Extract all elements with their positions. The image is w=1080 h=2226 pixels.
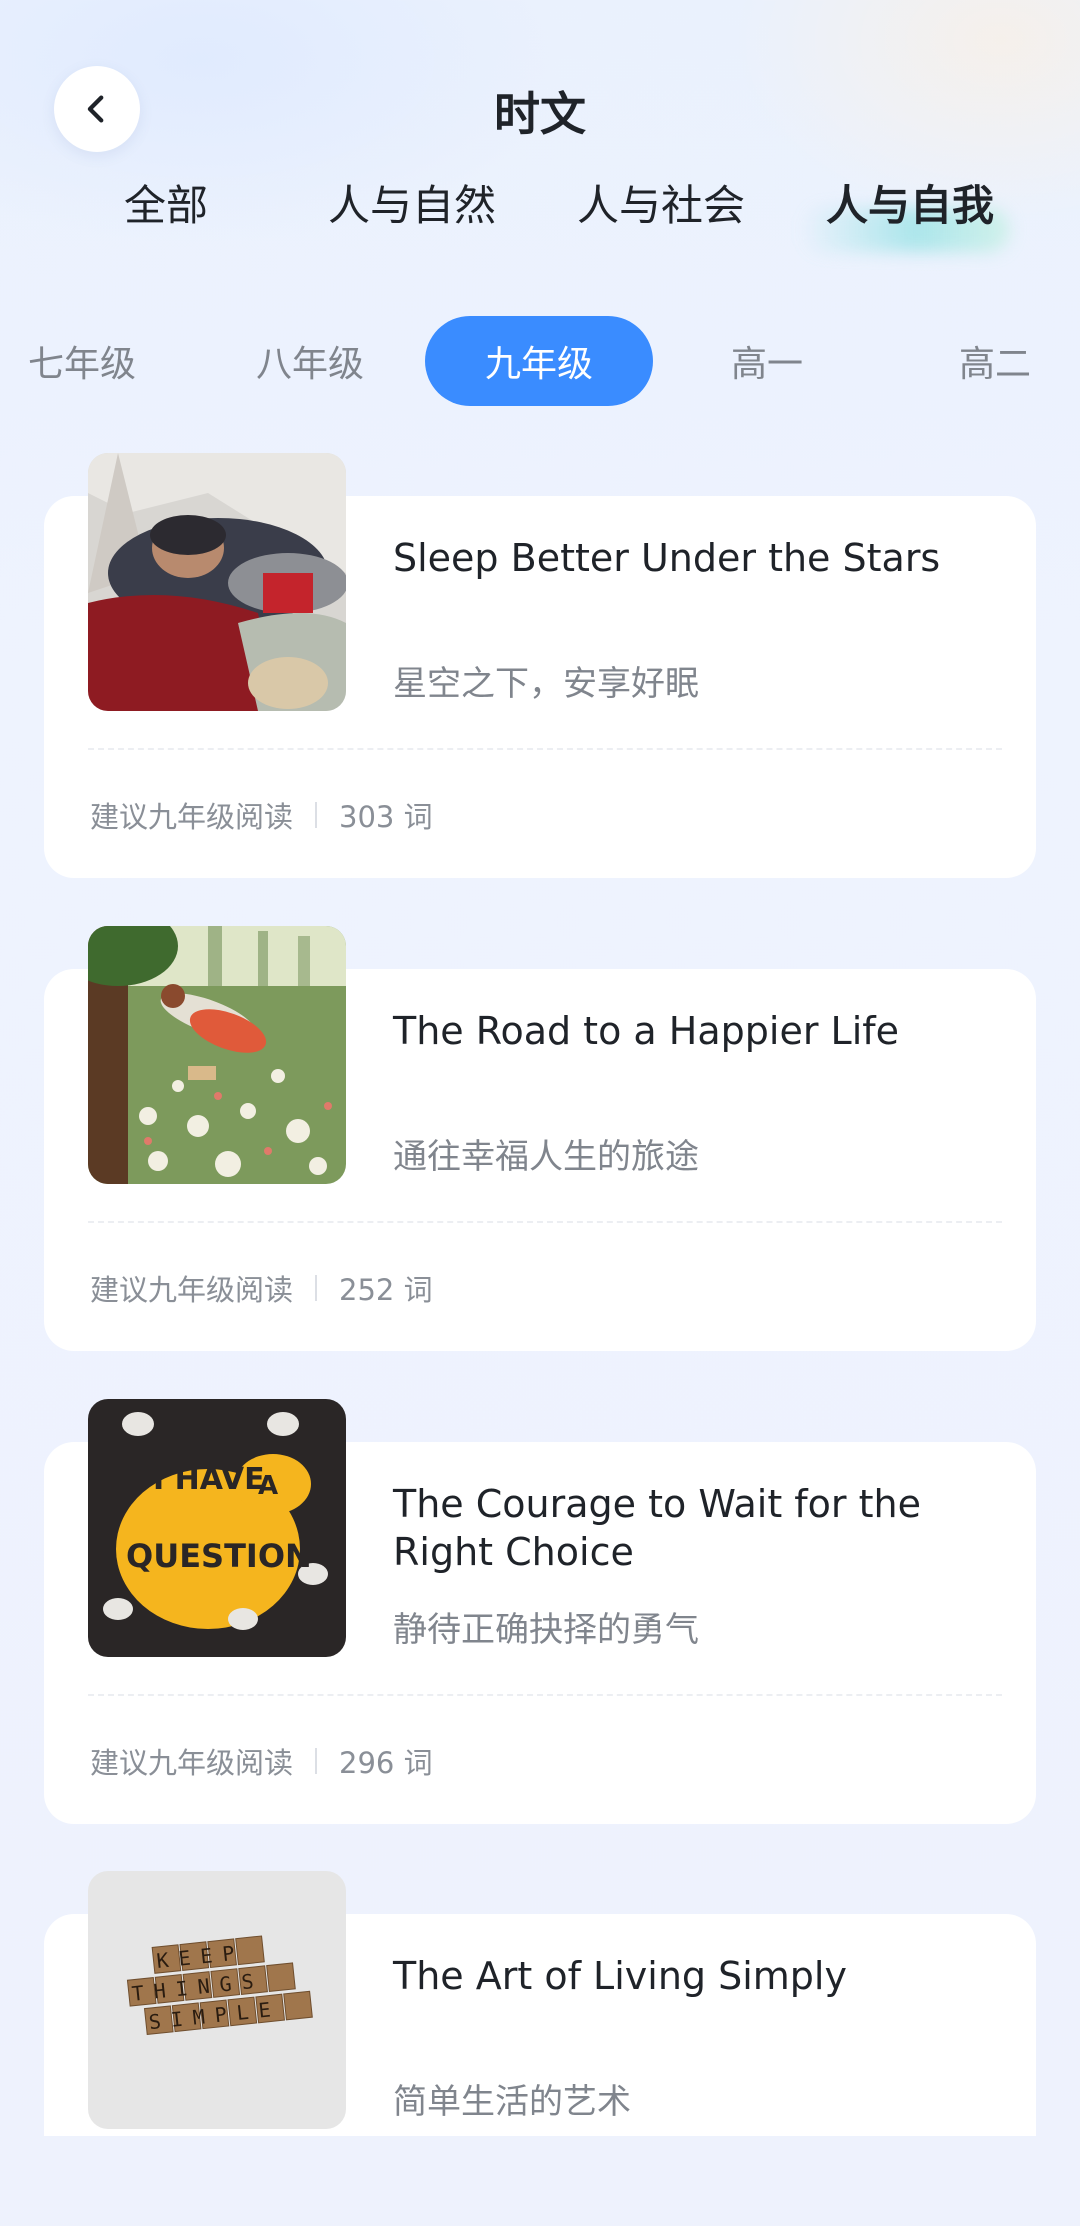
word-count: 303 词: [339, 800, 433, 834]
article-title: Sleep Better Under the Stars: [393, 536, 941, 580]
article-meta: 建议九年级阅读 303 词: [90, 794, 433, 836]
meta-separator: [315, 802, 318, 828]
word-count: 296 词: [339, 1746, 433, 1780]
thumb-text-i-have: I HAVE: [153, 1462, 265, 1497]
page-title: 时文: [494, 87, 586, 141]
topic-tabs: 全部 人与自然 人与社会 人与自我: [0, 172, 1080, 242]
article-subtitle: 星空之下，安享好眠: [393, 664, 699, 704]
grade-tab-8[interactable]: 八年级: [196, 316, 424, 406]
grade-note: 建议九年级阅读: [90, 1273, 294, 1307]
grade-tab-7[interactable]: 七年级: [0, 316, 196, 406]
grade-tab-senior-2[interactable]: 高二: [881, 316, 1080, 406]
article-subtitle: 简单生活的艺术: [393, 2082, 631, 2122]
thumb-text-a: A: [258, 1471, 278, 1501]
card-divider: [88, 748, 1002, 750]
i-have-a-question-image[interactable]: I HAVE A QUESTION: [88, 1399, 346, 1657]
tab-self[interactable]: 人与自我: [826, 172, 994, 233]
word-count: 252 词: [339, 1273, 433, 1307]
girl-in-meadow-image[interactable]: [88, 926, 346, 1184]
article-title: The Courage to Wait for the Right Choice: [393, 1482, 921, 1574]
thumb-text-question: QUESTION: [126, 1537, 312, 1575]
meta-separator: [315, 1748, 318, 1774]
grade-tabs: 七年级 八年级 九年级 高一 高二: [0, 316, 1080, 406]
grade-note: 建议九年级阅读: [90, 1746, 294, 1780]
article-title: The Art of Living Simply: [393, 1954, 847, 1998]
article-meta: 建议九年级阅读 296 词: [90, 1740, 433, 1782]
article-meta: 建议九年级阅读 252 词: [90, 1267, 433, 1309]
scrabble-tiles-image[interactable]: KEEP THINGS SIMPLE: [88, 1871, 346, 2129]
article-title: The Road to a Happier Life: [393, 1009, 900, 1053]
grade-note: 建议九年级阅读: [90, 800, 294, 834]
tab-society[interactable]: 人与社会: [577, 172, 745, 233]
tab-nature[interactable]: 人与自然: [328, 172, 496, 233]
meta-separator: [315, 1275, 318, 1301]
article-subtitle: 通往幸福人生的旅途: [393, 1137, 699, 1177]
grade-tab-senior-1[interactable]: 高一: [653, 316, 881, 406]
tab-all[interactable]: 全部: [124, 172, 208, 233]
card-divider: [88, 1221, 1002, 1223]
article-subtitle: 静待正确抉择的勇气: [393, 1610, 699, 1650]
grade-tab-9[interactable]: 九年级: [425, 316, 653, 406]
sleeping-camper-image[interactable]: [88, 453, 346, 711]
card-divider: [88, 1694, 1002, 1696]
